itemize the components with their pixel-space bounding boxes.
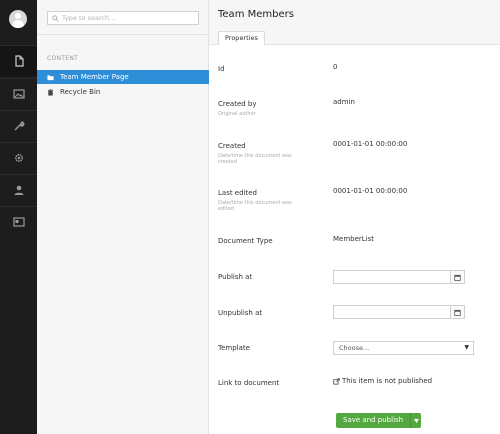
tree-node-team-member-page[interactable]: Team Member Page: [37, 70, 209, 84]
last-edited-label: Last edited: [218, 189, 257, 197]
calendar-icon: [454, 274, 461, 281]
publish-at-calendar-button[interactable]: [450, 271, 464, 283]
tree-section-heading: CONTENT: [47, 55, 79, 62]
tree-divider: [37, 34, 209, 35]
tree-search[interactable]: [47, 11, 199, 25]
unpublish-at-label: Unpublish at: [218, 309, 263, 317]
link-status-text: This item is not published: [342, 377, 433, 385]
created-description: Date/time this document was created: [218, 153, 292, 165]
tree-node-label: Team Member Page: [60, 73, 129, 81]
unpublish-at-calendar-button[interactable]: [450, 306, 464, 318]
created-by-value: admin: [333, 98, 355, 106]
developer-section-button[interactable]: [0, 142, 37, 173]
settings-section-button[interactable]: [0, 110, 37, 141]
folder-icon: [47, 74, 54, 80]
id-value: 0: [333, 63, 338, 71]
wrench-icon: [14, 121, 24, 131]
publish-options-toggle[interactable]: [410, 413, 422, 428]
document-type-label: Document Type: [218, 237, 273, 245]
external-link-icon: [333, 377, 340, 385]
chevron-down-icon: [413, 418, 419, 423]
chevron-down-icon: ▼: [464, 344, 469, 351]
last-edited-description: Date/time this document was edited: [218, 200, 292, 212]
created-by-description: Original author: [218, 111, 256, 117]
tree-node-label: Recycle Bin: [60, 88, 101, 96]
search-icon: [52, 14, 59, 22]
id-label: Id: [218, 65, 225, 73]
link-to-document-label: Link to document: [218, 379, 280, 387]
save-and-publish-button[interactable]: Save and publish: [336, 413, 411, 428]
users-section-button[interactable]: [0, 174, 37, 205]
created-by-label: Created by: [218, 100, 257, 108]
document-name-input[interactable]: Team Members: [218, 9, 294, 20]
tree-node-recycle-bin[interactable]: Recycle Bin: [37, 85, 209, 99]
created-value: 0001-01-01 00:00:00: [333, 140, 408, 148]
last-edited-value: 0001-01-01 00:00:00: [333, 187, 408, 195]
search-input[interactable]: [62, 14, 192, 22]
user-avatar[interactable]: [9, 10, 27, 28]
unpublish-at-field[interactable]: [333, 305, 465, 319]
app-sections-rail: [0, 0, 37, 434]
document-type-value: MemberList: [333, 235, 375, 243]
media-section-button[interactable]: [0, 78, 37, 109]
template-select[interactable]: Choose... ▼: [333, 341, 474, 355]
save-and-publish-group: Save and publish: [336, 413, 422, 428]
tab-properties[interactable]: Properties: [218, 31, 265, 45]
created-label: Created: [218, 142, 246, 150]
user-icon: [14, 185, 23, 195]
editor-header: Team Members Properties: [209, 0, 500, 45]
gear-icon: [14, 153, 23, 163]
content-tree-panel: CONTENT Team Member Page Recycle Bin: [37, 0, 209, 434]
content-editor: Team Members Properties Id 0 Created by …: [209, 0, 500, 434]
calendar-icon: [454, 309, 461, 316]
member-card-icon: [12, 217, 25, 227]
members-section-button[interactable]: [0, 206, 37, 237]
publish-at-label: Publish at: [218, 273, 253, 281]
document-icon: [14, 55, 24, 67]
trash-icon: [47, 88, 54, 96]
template-label: Template: [218, 344, 250, 352]
media-icon: [12, 89, 25, 99]
publish-at-field[interactable]: [333, 270, 465, 284]
link-to-document-value: This item is not published: [333, 377, 432, 385]
template-selected-value: Choose...: [339, 344, 370, 352]
content-section-button[interactable]: [0, 45, 37, 76]
